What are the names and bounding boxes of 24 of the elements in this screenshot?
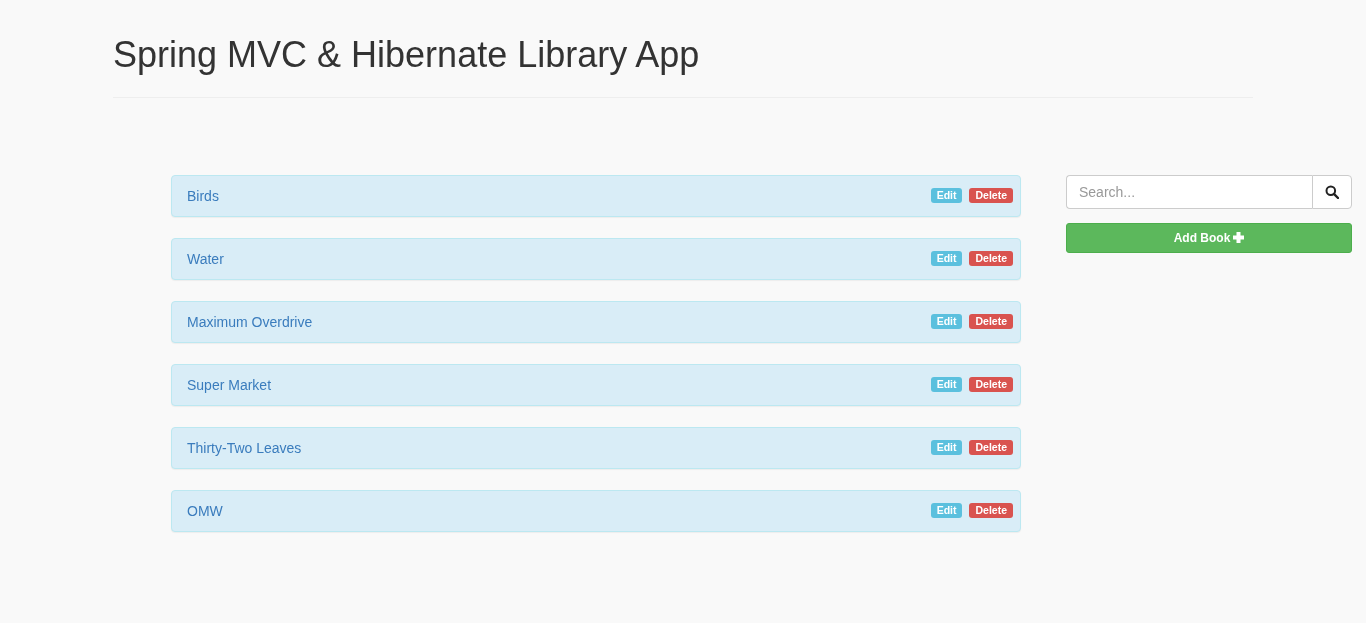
book-title-link[interactable]: Super Market [187,376,272,393]
search-icon [1325,184,1339,199]
search-button[interactable] [1312,174,1352,209]
edit-button[interactable]: Edit [930,188,963,204]
search-field[interactable]: Search... [1066,174,1312,209]
add-book-button[interactable]: Add Book [1066,222,1352,253]
edit-button[interactable]: Edit [930,440,963,456]
book-title-link[interactable]: Birds [187,187,219,204]
delete-button[interactable]: Delete [969,251,1013,267]
delete-button[interactable]: Delete [969,377,1013,393]
book-title-link[interactable]: OMW [187,502,223,519]
page-title: Spring MVC & Hibernate Library App [113,35,700,75]
edit-button[interactable]: Edit [930,314,963,330]
book-title-link[interactable]: Maximum Overdrive [187,313,313,330]
plus-icon [1233,232,1245,244]
book-title-link[interactable]: Thirty-Two Leaves [187,439,302,456]
edit-button[interactable]: Edit [930,377,963,393]
edit-button[interactable]: Edit [930,503,963,519]
delete-button[interactable]: Delete [969,314,1013,330]
delete-button[interactable]: Delete [969,188,1013,204]
delete-button[interactable]: Delete [969,440,1013,456]
delete-button[interactable]: Delete [969,503,1013,519]
edit-button[interactable]: Edit [930,251,963,267]
book-title-link[interactable]: Water [187,250,224,267]
